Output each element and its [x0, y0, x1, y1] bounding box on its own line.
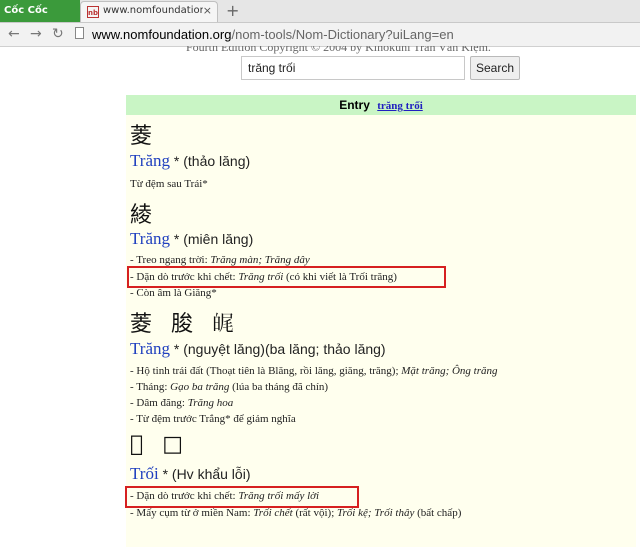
- close-tab-icon[interactable]: ×: [203, 4, 212, 17]
- example-text: Gạo ba trăng: [170, 381, 230, 393]
- definition-line: - Mấy cụm từ ở miền Nam: Trối chết (rất …: [130, 507, 461, 519]
- headword-gloss: * (miên lăng): [173, 231, 254, 247]
- headword-text: Trối: [130, 464, 159, 483]
- definition-line: - Tháng: Gạo ba trăng (lúa ba tháng đã c…: [130, 381, 328, 393]
- definition-suffix: (lúa ba tháng đã chín): [229, 381, 329, 393]
- url-text[interactable]: www.nomfoundation.org/nom-tools/Nom-Dict…: [92, 26, 454, 43]
- url-path: /nom-tools/Nom-Dictionary?uiLang=en: [231, 27, 454, 42]
- example-text: Trối chết: [253, 507, 293, 519]
- highlight-box: [127, 266, 446, 288]
- headword: Trối * (Hv khẩu lỗi): [130, 464, 250, 484]
- headword: Trăng * (nguyệt lăng)(ba lăng; thảo lăng…: [130, 339, 386, 359]
- entry-link[interactable]: trăng trối: [377, 100, 423, 112]
- forward-arrow-icon[interactable]: →: [30, 26, 42, 42]
- page-info-icon[interactable]: [74, 27, 86, 40]
- url-domain: www.nomfoundation.org: [92, 27, 232, 42]
- definition-line: - Còn âm là Giăng*: [130, 287, 217, 299]
- browser-tab[interactable]: nb www.nomfoundation.org/ ×: [80, 1, 218, 22]
- headword-text: Trăng: [130, 229, 170, 248]
- definition-prefix: - Mấy cụm từ ở miền Nam:: [130, 507, 254, 519]
- entry-label: Entry: [339, 98, 370, 112]
- definition-prefix: - Treo ngang trời:: [130, 254, 211, 266]
- new-tab-button[interactable]: +: [226, 1, 239, 21]
- example-text: Trăng màn; Trăng dây: [210, 254, 310, 266]
- highlight-box: [125, 486, 359, 508]
- definition-line: - Dâm đãng: Trăng hoa: [130, 397, 233, 409]
- definition-suffix: (bất chấp): [414, 507, 462, 519]
- headword-text: Trăng: [130, 339, 170, 358]
- headword-gloss: * (Hv khẩu lỗi): [162, 466, 251, 482]
- definition-line: Từ đệm sau Trái*: [130, 178, 208, 190]
- search-button[interactable]: Search: [470, 56, 520, 80]
- headword: Trăng * (miên lăng): [130, 229, 253, 249]
- definition-line: - Treo ngang trời: Trăng màn; Trăng dây: [130, 254, 310, 266]
- han-characters: 𠿯 □: [130, 432, 189, 457]
- browser-tab-bar: Cốc Cốc nb www.nomfoundation.org/ × +: [0, 0, 640, 23]
- reload-icon[interactable]: ↻: [52, 26, 64, 42]
- entry-header: Entry trăng trối: [126, 95, 636, 115]
- headword-gloss: * (thảo lăng): [173, 153, 251, 169]
- back-arrow-icon[interactable]: ←: [8, 26, 20, 42]
- example-text: Trối kệ; Trối thây: [337, 507, 415, 519]
- search-input[interactable]: trăng trối: [241, 56, 465, 80]
- search-row: trăng trối Search: [0, 56, 640, 82]
- browser-logo[interactable]: Cốc Cốc: [0, 0, 80, 22]
- example-text: Mặt trăng; Ông trăng: [401, 365, 498, 377]
- browser-toolbar: ← → ↻ www.nomfoundation.org/nom-tools/No…: [0, 23, 640, 47]
- definition-line: - Từ đệm trước Trắng* để giảm nghĩa: [130, 413, 296, 425]
- example-text: Trăng hoa: [187, 397, 234, 409]
- definition-prefix: - Dâm đãng:: [130, 397, 188, 409]
- han-characters: 菱: [130, 124, 159, 149]
- tab-title: www.nomfoundation.org/: [103, 5, 203, 16]
- headword-text: Trăng: [130, 151, 170, 170]
- definition-middle: (rất vội);: [292, 507, 338, 519]
- address-bar[interactable]: www.nomfoundation.org/nom-tools/Nom-Dict…: [74, 26, 634, 43]
- han-characters: 菱 朘 𤽶: [130, 312, 240, 337]
- definition-prefix: - Tháng:: [130, 381, 171, 393]
- headword-gloss: * (nguyệt lăng)(ba lăng; thảo lăng): [173, 341, 386, 357]
- han-characters: 綾: [130, 203, 159, 228]
- definition-prefix: - Hộ tinh trái đất (Thoạt tiên là Blăng,…: [130, 365, 402, 377]
- headword: Trăng * (thảo lăng): [130, 151, 250, 171]
- definition-line: - Hộ tinh trái đất (Thoạt tiên là Blăng,…: [130, 365, 498, 377]
- site-favicon-icon: nb: [87, 6, 99, 18]
